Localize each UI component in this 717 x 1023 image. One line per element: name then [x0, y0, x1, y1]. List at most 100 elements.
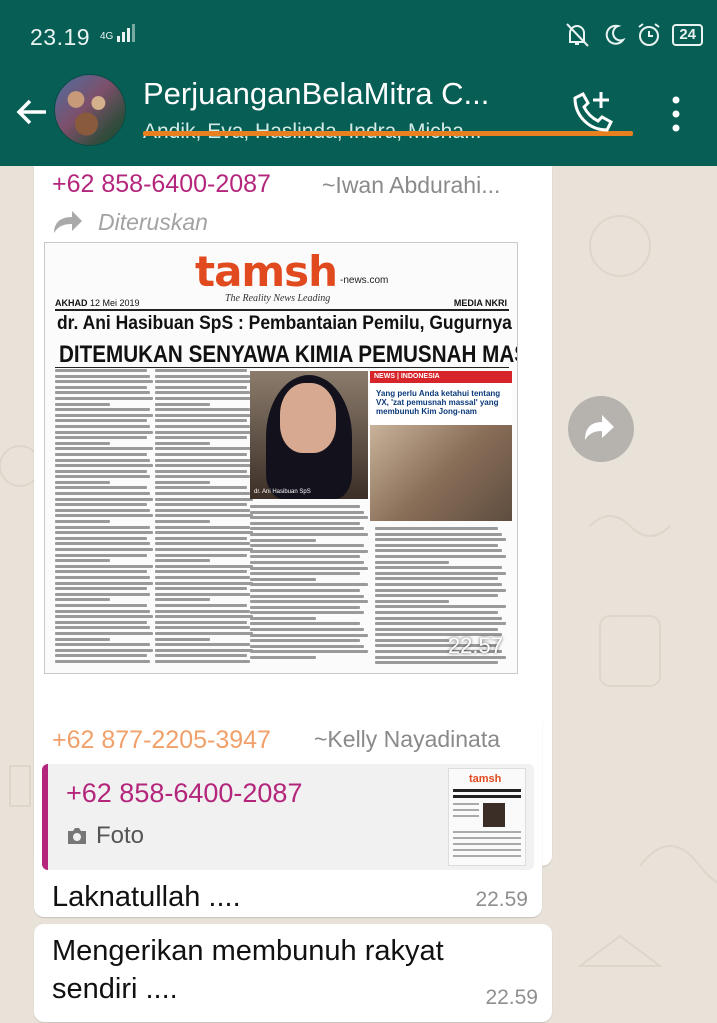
text-line — [155, 620, 247, 624]
more-vert-icon[interactable] — [664, 92, 688, 136]
text-line — [55, 430, 153, 434]
newspaper-logo-suffix: -news.com — [340, 275, 389, 286]
text-line — [155, 592, 250, 596]
text-line — [155, 559, 210, 563]
text-line — [155, 402, 210, 406]
message-text: Mengerikan membunuh rakyat sendiri .... — [52, 935, 444, 1005]
text-line — [155, 542, 250, 546]
text-line — [55, 469, 147, 473]
message-time: 22.57 — [447, 633, 503, 658]
text-line — [250, 572, 361, 576]
text-line — [55, 615, 153, 619]
add-call-icon[interactable] — [569, 90, 615, 136]
text-line — [250, 605, 361, 609]
text-line — [155, 374, 250, 378]
text-line — [55, 648, 153, 652]
message-bubble-text[interactable]: Mengerikan membunuh rakyat sendiri .... … — [34, 924, 552, 1022]
newspaper-image[interactable]: tamsh -news.com The Reality News Leading… — [44, 242, 518, 674]
text-line — [250, 510, 364, 514]
text-line — [375, 560, 449, 564]
news-photo-doctor: dr. Ani Hasibuan SpS — [250, 371, 368, 499]
share-button[interactable] — [568, 396, 634, 462]
text-line — [55, 475, 150, 479]
text-line — [155, 575, 250, 579]
photo-caption: dr. Ani Hasibuan SpS — [254, 489, 311, 495]
text-line — [55, 492, 150, 496]
text-line — [55, 447, 153, 451]
text-column — [250, 505, 370, 665]
alarm-icon — [638, 23, 660, 46]
text-line — [155, 587, 247, 591]
text-line — [55, 598, 110, 602]
text-line — [375, 605, 507, 609]
newspaper-rule — [55, 309, 509, 311]
muted-icon — [566, 23, 590, 47]
text-line — [375, 527, 499, 530]
text-line — [155, 452, 247, 456]
do-not-disturb-moon-icon — [606, 24, 627, 45]
signal-icon: 4G — [100, 24, 136, 42]
chat-header: PerjuanganBelaMitra C... Andik, Eva, Has… — [0, 70, 717, 166]
sender-number[interactable]: +62 858-6400-2087 — [52, 170, 271, 199]
sender-name: ~Iwan Abdurahi... — [322, 172, 501, 198]
text-line — [250, 538, 316, 542]
network-type: 4G — [100, 31, 114, 42]
text-line — [55, 548, 153, 551]
text-line — [55, 514, 153, 518]
text-column — [155, 369, 255, 669]
text-line — [155, 654, 247, 658]
text-line — [55, 497, 153, 501]
text-line — [55, 559, 110, 563]
text-line — [250, 616, 316, 620]
text-line — [250, 644, 364, 648]
text-line — [55, 408, 150, 412]
message-bubble-reply[interactable]: +62 877-2205-3947 ~Kelly Nayadinata +62 … — [34, 712, 542, 917]
back-arrow-icon[interactable] — [12, 92, 52, 132]
newspaper-headline: dr. Ani Hasibuan SpS : Pembantaian Pemil… — [57, 313, 517, 334]
sender-number[interactable]: +62 877-2205-3947 — [52, 726, 271, 755]
forwarded-label: Diteruskan — [52, 209, 208, 236]
text-line — [55, 587, 147, 591]
text-line — [375, 627, 499, 631]
text-line — [55, 631, 153, 635]
text-line — [155, 419, 247, 423]
text-line — [55, 626, 150, 630]
group-name[interactable]: PerjuanganBelaMitra C... — [143, 76, 543, 112]
quoted-sender: +62 858-6400-2087 — [66, 778, 303, 808]
newspaper-date-value: 12 Mei 2019 — [90, 298, 140, 308]
text-line — [250, 505, 361, 508]
text-line — [155, 475, 250, 479]
text-line — [250, 560, 364, 564]
text-line — [155, 441, 210, 445]
text-line — [250, 639, 361, 643]
text-line — [375, 582, 503, 586]
text-line — [55, 402, 110, 406]
forwarded-text: Diteruskan — [98, 209, 208, 235]
text-line — [155, 553, 247, 557]
quoted-message[interactable]: +62 858-6400-2087 Foto tamsh — [42, 764, 534, 870]
text-line — [250, 611, 364, 615]
text-line — [55, 564, 153, 568]
text-line — [55, 620, 147, 624]
status-bar: 23.19 4G 24 — [0, 0, 717, 70]
text-line — [155, 615, 253, 619]
text-line — [250, 532, 368, 536]
message-time: 22.59 — [475, 888, 528, 911]
text-line — [155, 480, 210, 484]
chat-area[interactable]: +62 858-6400-2087 ~Iwan Abdurahi... Dite… — [0, 166, 717, 1023]
text-line — [155, 430, 253, 434]
text-line — [250, 549, 368, 553]
quoted-thumbnail: tamsh — [448, 768, 526, 866]
text-line — [55, 413, 153, 417]
group-avatar[interactable] — [54, 74, 126, 146]
text-line — [155, 570, 247, 574]
newspaper-media: MEDIA NKRI — [453, 298, 507, 308]
text-line — [250, 577, 316, 581]
text-line — [155, 514, 253, 518]
text-line — [155, 598, 210, 602]
text-line — [155, 369, 247, 372]
text-line — [375, 622, 507, 626]
text-line — [250, 633, 368, 637]
newspaper-date: AKHAD 12 Mei 2019 — [55, 298, 140, 308]
news-inset-label: NEWS | INDONESIA — [370, 371, 512, 383]
